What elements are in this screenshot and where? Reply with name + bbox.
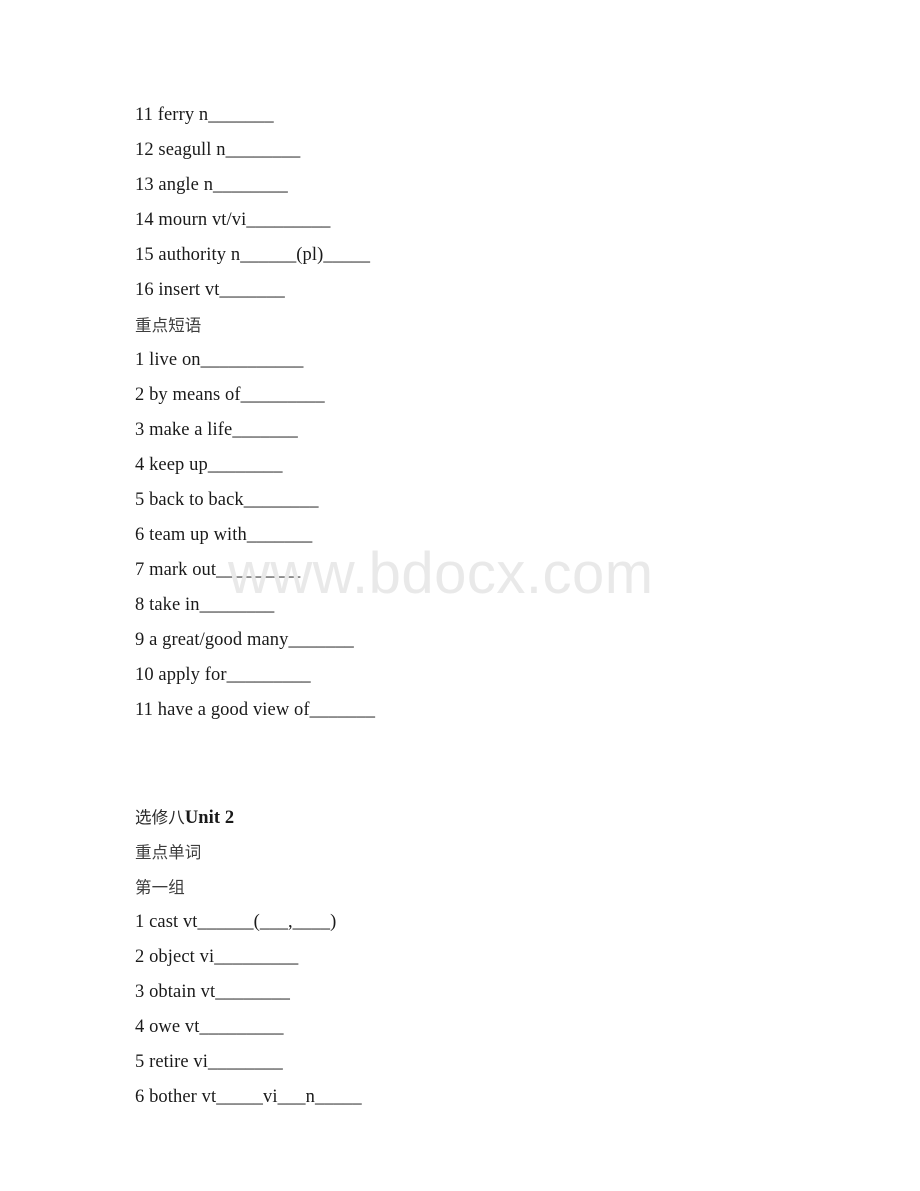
vocabulary-item: 3 obtain vt________	[135, 982, 291, 1002]
group-heading: 第一组	[135, 878, 185, 897]
phrase-item: 6 team up with_______	[135, 525, 313, 545]
vocabulary-item: 4 owe vt_________	[135, 1017, 284, 1037]
vocabulary-item: 15 authority n______(pl)_____	[135, 245, 371, 265]
phrase-item: 9 a great/good many_______	[135, 630, 354, 650]
vocabulary-item: 5 retire vi________	[135, 1052, 283, 1072]
phrase-item: 3 make a life_______	[135, 420, 298, 440]
key-phrases-heading: 重点短语	[135, 316, 202, 335]
vocabulary-item: 14 mourn vt/vi_________	[135, 210, 331, 230]
vocabulary-item: 13 angle n________	[135, 175, 288, 195]
vocabulary-item: 16 insert vt_______	[135, 280, 285, 300]
vocabulary-item: 12 seagull n________	[135, 140, 301, 160]
unit-title-cn: 选修八	[135, 808, 185, 827]
phrase-item: 8 take in________	[135, 595, 275, 615]
document-page: www.bdocx.com 11 ferry n_______ 12 seagu…	[0, 0, 920, 1191]
phrase-item: 1 live on___________	[135, 350, 304, 370]
vocabulary-item: 2 object vi_________	[135, 947, 299, 967]
unit-title: 选修八Unit 2	[135, 800, 855, 835]
phrase-item: 2 by means of_________	[135, 385, 325, 405]
vocabulary-item: 11 ferry n_______	[135, 105, 274, 125]
phrase-item: 11 have a good view of_______	[135, 700, 376, 720]
phrase-item: 7 mark out_________	[135, 560, 301, 580]
vocabulary-item: 6 bother vt_____vi___n_____	[135, 1087, 362, 1107]
phrase-item: 10 apply for_________	[135, 665, 311, 685]
phrase-item: 5 back to back________	[135, 490, 319, 510]
unit-title-en: Unit 2	[184, 808, 235, 828]
phrase-item: 4 keep up________	[135, 455, 283, 475]
key-words-heading: 重点单词	[135, 843, 202, 862]
vocabulary-item: 1 cast vt______(___,____)	[135, 912, 337, 932]
document-content: 11 ferry n_______ 12 seagull n________ 1…	[135, 98, 855, 1115]
